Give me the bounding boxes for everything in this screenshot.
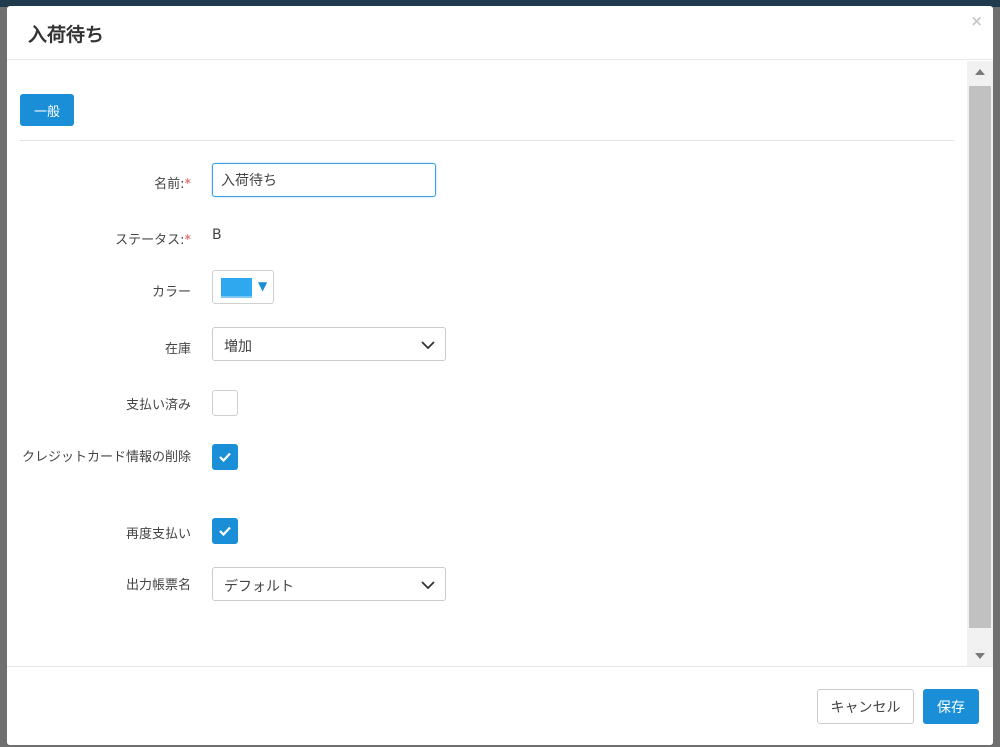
check-icon [219,526,231,537]
save-button[interactable]: 保存 [923,689,979,724]
modal-title: 入荷待ち [28,24,105,46]
chevron-down-icon [421,341,435,350]
modal-footer: キャンセル 保存 [7,666,993,745]
check-icon [219,452,231,463]
output-form-label: 出力帳票名 [125,578,191,593]
modal-body: 一般 名前:* ステータス:* B カラー ▼ 在庫 増加 支払い済み クレジッ… [7,61,967,666]
close-icon[interactable]: × [970,12,983,30]
cancel-button[interactable]: キャンセル [817,689,914,724]
scroll-down-icon[interactable] [967,644,993,666]
output-form-select[interactable]: デフォルト [212,567,446,601]
repay-checkbox[interactable] [212,518,238,544]
status-label: ステータス:* [115,233,192,248]
required-mark: * [184,233,192,248]
stock-label: 在庫 [164,342,191,357]
repay-label: 再度支払い [125,527,191,542]
name-label: 名前:* [154,177,192,192]
required-mark: * [184,177,192,192]
paid-checkbox[interactable] [212,390,238,416]
modal-header: 入荷待ち × [7,6,993,60]
chevron-down-icon [421,581,435,590]
color-picker[interactable]: ▼ [212,270,274,304]
delete-card-checkbox[interactable] [212,444,238,470]
status-value: B [212,227,222,243]
caret-down-icon: ▼ [258,279,268,293]
delete-card-label: クレジットカード情報の削除 [21,450,191,465]
output-form-select-value: デフォルト [224,579,294,595]
tab-general[interactable]: 一般 [20,94,74,126]
color-label: カラー [151,285,191,300]
vertical-scrollbar[interactable] [967,61,993,666]
tab-divider [20,140,954,141]
color-swatch [221,278,252,298]
scroll-thumb[interactable] [969,86,991,628]
modal-dialog: 入荷待ち × 一般 名前:* ステータス:* B カラー ▼ 在庫 増加 支払い… [7,6,993,745]
stock-select[interactable]: 増加 [212,327,446,361]
scroll-up-icon[interactable] [967,61,993,83]
stock-select-value: 増加 [224,339,252,355]
paid-label: 支払い済み [125,398,191,413]
name-input[interactable] [212,163,436,197]
